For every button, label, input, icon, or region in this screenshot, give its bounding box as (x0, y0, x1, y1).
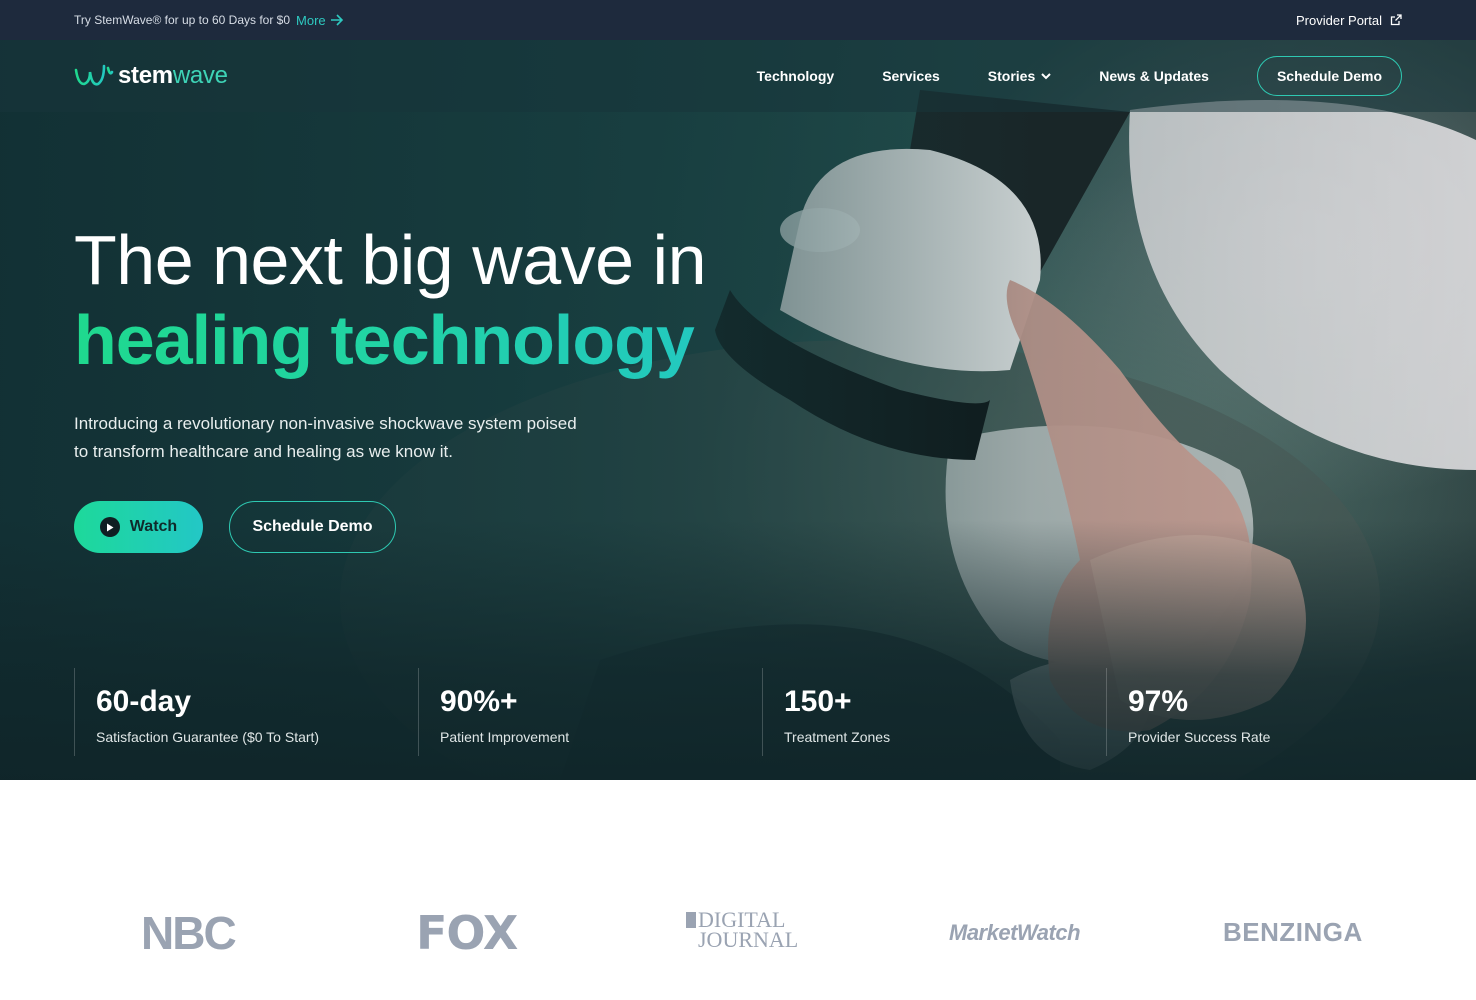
logo-wordmark: stemwave (118, 62, 228, 90)
more-link[interactable]: More (296, 13, 344, 28)
stats-row: 60-day Satisfaction Guarantee ($0 To Sta… (74, 668, 1450, 756)
nav-schedule-demo-button[interactable]: Schedule Demo (1256, 56, 1402, 96)
press-logos-section: NBC FOX DIGITAL JOURNAL MarketWatch BENZ… (0, 780, 1476, 1000)
external-link-icon (1390, 14, 1402, 26)
nav-services-label: Services (882, 68, 940, 84)
hero-subtext: Introducing a revolutionary non-invasive… (74, 414, 577, 461)
stat-value: 97% (1128, 685, 1189, 718)
watch-label: Watch (129, 518, 178, 535)
stat-label: Patient Improvement (440, 729, 570, 745)
arrow-right-icon (330, 14, 343, 26)
stat-value: 90%+ (440, 685, 518, 718)
benzinga-logo: BENZINGA (1223, 917, 1363, 947)
headline-line-2: healing technology (74, 300, 706, 380)
nav-schedule-demo-label: Schedule Demo (1276, 68, 1382, 84)
stemwave-logo[interactable]: stemwave (74, 62, 228, 90)
nav-services[interactable]: Services (882, 68, 940, 84)
main-nav: stemwave Technology Services Stories New… (0, 40, 1476, 112)
fox-logo: FOX (416, 906, 518, 960)
stat-item: 97% Provider Success Rate (1106, 668, 1450, 756)
hero-cta-row: Watch Schedule Demo (74, 501, 396, 553)
watch-button[interactable]: Watch (74, 501, 203, 553)
stat-label: Treatment Zones (784, 729, 891, 745)
marketwatch-logo: MarketWatch (949, 920, 1081, 945)
promo: Try StemWave® for up to 60 Days for $0 M… (74, 13, 344, 28)
hero-headline: The next big wave in healing technology (74, 220, 707, 380)
more-label: More (296, 12, 326, 28)
digital-journal-mark (686, 912, 696, 928)
announcement-bar: Try StemWave® for up to 60 Days for $0 M… (0, 0, 1476, 40)
nav-news-updates[interactable]: News & Updates (1099, 68, 1209, 84)
stat-label: Satisfaction Guarantee ($0 To Start) (96, 729, 320, 745)
hero-section: stemwave Technology Services Stories New… (0, 40, 1476, 780)
nbc-logo: NBC (141, 907, 237, 959)
nav-news-label: News & Updates (1099, 68, 1209, 84)
wave-logo-icon (74, 64, 114, 86)
chevron-down-icon (1041, 72, 1051, 79)
nav-links: Technology Services Stories News & Updat… (757, 56, 1402, 96)
hero-schedule-demo-button[interactable]: Schedule Demo (229, 501, 396, 553)
digital-journal-word-2: JOURNAL (698, 927, 799, 952)
nav-stories[interactable]: Stories (988, 68, 1051, 84)
stat-label: Provider Success Rate (1128, 729, 1271, 745)
stat-value: 60-day (96, 685, 192, 718)
nav-technology-label: Technology (756, 68, 835, 84)
stat-value: 150+ (784, 685, 852, 718)
logo-text-light: wave (172, 62, 228, 89)
hero-schedule-demo-label: Schedule Demo (252, 518, 373, 535)
play-icon (99, 517, 120, 537)
stat-item: 150+ Treatment Zones (762, 668, 1106, 756)
stat-item: 90%+ Patient Improvement (418, 668, 762, 756)
stat-item: 60-day Satisfaction Guarantee ($0 To Sta… (74, 668, 418, 756)
provider-portal-label: Provider Portal (1296, 12, 1382, 28)
digital-journal-logo: DIGITAL JOURNAL (686, 909, 799, 952)
nav-stories-label: Stories (987, 68, 1036, 84)
promo-text: Try StemWave® for up to 60 Days for $0 (74, 13, 291, 27)
provider-portal-link[interactable]: Provider Portal (1296, 13, 1402, 28)
nav-technology[interactable]: Technology (757, 68, 835, 84)
headline-line-1: The next big wave in (74, 221, 707, 299)
logo-text-bold: stem (118, 62, 173, 89)
